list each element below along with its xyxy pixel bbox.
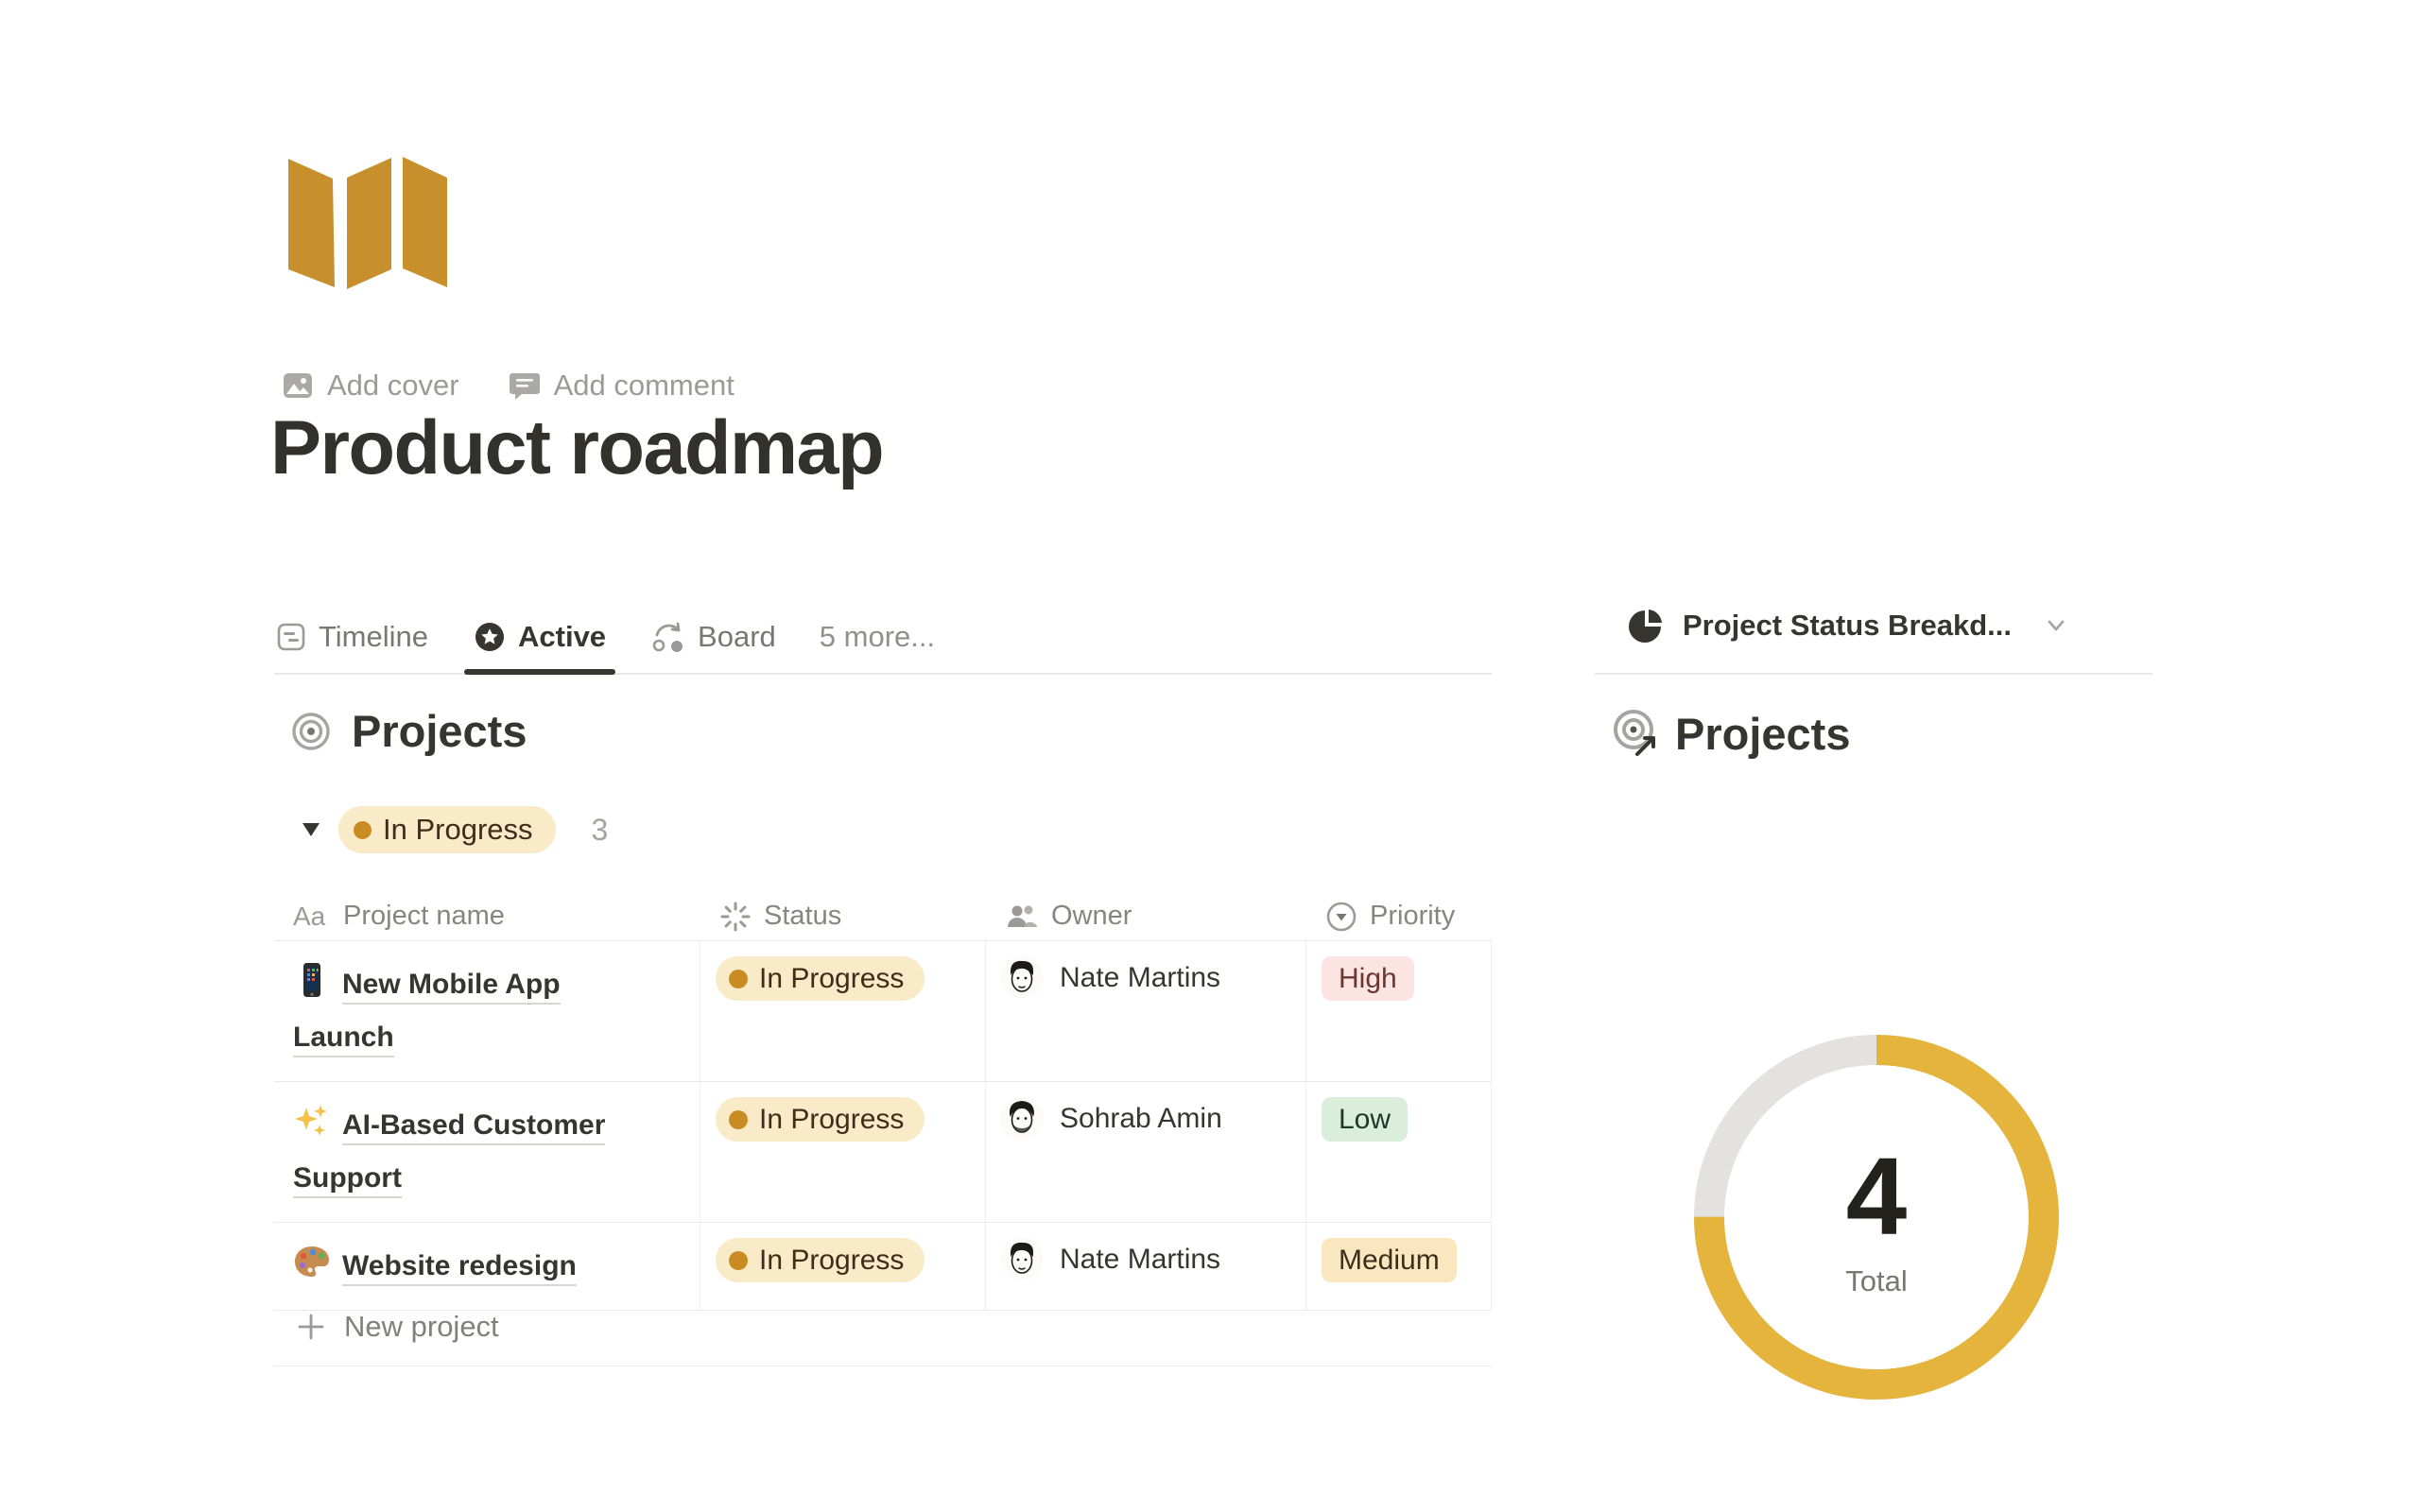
status-pill: In Progress	[716, 1097, 925, 1142]
avatar-nate-martins	[1001, 1238, 1043, 1280]
project-name-cell[interactable]: AI-Based Customer Support	[274, 1082, 700, 1222]
star-circle-icon	[474, 621, 506, 653]
priority-tag: Low	[1322, 1097, 1408, 1142]
chart-tab-label: Project Status Breakd...	[1683, 609, 2012, 643]
people-icon	[1005, 902, 1039, 932]
tab-active-label: Active	[518, 620, 606, 654]
add-comment-button[interactable]: Add comment	[509, 369, 735, 403]
priority-icon	[1325, 901, 1357, 933]
board-icon	[651, 621, 685, 653]
status-pill: In Progress	[716, 1238, 925, 1282]
database-heading: Projects	[291, 705, 527, 757]
plus-icon	[297, 1313, 325, 1341]
status-dot	[354, 821, 372, 839]
page-title[interactable]: Product roadmap	[270, 404, 883, 492]
image-icon	[282, 369, 314, 402]
tab-board[interactable]: Board	[649, 601, 778, 673]
project-name-link[interactable]: New Mobile App Launch	[293, 969, 561, 1057]
palette-emoji	[293, 1243, 331, 1280]
status-cell[interactable]: In Progress	[700, 941, 986, 1081]
project-name-link[interactable]: AI-Based Customer Support	[293, 1109, 605, 1198]
new-project-label: New project	[344, 1310, 499, 1344]
priority-tag: Medium	[1322, 1238, 1457, 1282]
priority-cell[interactable]: High	[1306, 941, 1492, 1081]
group-collapse-toggle[interactable]	[295, 814, 327, 846]
page-icon-map[interactable]	[286, 157, 449, 291]
page-actions: Add cover Add comment	[282, 369, 735, 403]
tab-timeline-label: Timeline	[319, 620, 428, 654]
triangle-down-icon	[302, 822, 320, 837]
add-cover-button[interactable]: Add cover	[282, 369, 459, 403]
column-label: Status	[764, 901, 841, 932]
status-label: In Progress	[759, 1104, 904, 1136]
chart-view-tab[interactable]: Project Status Breakd...	[1628, 607, 2070, 644]
owner-cell[interactable]: Nate Martins	[986, 941, 1306, 1081]
group-label: In Progress	[383, 813, 533, 847]
tab-active[interactable]: Active	[472, 601, 608, 673]
text-icon: Aa	[293, 902, 331, 931]
avatar-sohrab-amin	[1001, 1097, 1043, 1139]
owner-name: Nate Martins	[1060, 956, 1220, 1000]
group-count: 3	[592, 813, 609, 848]
tab-board-label: Board	[698, 620, 776, 654]
table-row-new-mobile-app-launch: New Mobile App Launch In Progress	[274, 941, 1492, 1082]
projects-table: Aa Project name Status Owner	[274, 892, 1492, 1311]
tab-timeline[interactable]: Timeline	[274, 601, 430, 673]
comment-icon	[509, 369, 541, 402]
pie-chart-icon	[1628, 607, 1666, 644]
database-title[interactable]: Projects	[352, 705, 527, 757]
priority-cell[interactable]: Low	[1306, 1082, 1492, 1222]
avatar-nate-martins	[1001, 956, 1043, 998]
priority-tag: High	[1322, 956, 1414, 1001]
column-label: Owner	[1051, 901, 1132, 932]
column-label: Priority	[1370, 901, 1455, 932]
table-header-row: Aa Project name Status Owner	[274, 892, 1492, 941]
status-pill: In Progress	[716, 956, 925, 1001]
table-row-ai-based-customer-support: AI-Based Customer Support In Progress	[274, 1082, 1492, 1223]
group-header: In Progress 3	[295, 806, 608, 853]
column-header-status[interactable]: Status	[700, 892, 986, 940]
donut-center-text: 4 Total	[1687, 1142, 2066, 1298]
status-dot	[729, 1251, 748, 1270]
column-label: Project name	[343, 901, 505, 932]
view-tabs: Timeline Active Board 5 more...	[274, 601, 1492, 675]
linked-database-heading: Projects	[1611, 707, 1850, 760]
timeline-icon	[276, 622, 306, 652]
mobile-phone-emoji	[293, 961, 331, 999]
chevron-down-icon[interactable]	[2042, 611, 2070, 640]
table-body: New Mobile App Launch In Progress	[274, 941, 1492, 1311]
status-dot	[729, 970, 748, 988]
target-icon	[291, 712, 331, 751]
divider	[1595, 673, 2152, 675]
new-project-button[interactable]: New project	[274, 1288, 1492, 1366]
target-arrow-icon	[1611, 707, 1662, 760]
add-comment-label: Add comment	[554, 369, 735, 403]
add-cover-label: Add cover	[327, 369, 459, 403]
column-header-owner[interactable]: Owner	[986, 892, 1306, 940]
owner-cell[interactable]: Sohrab Amin	[986, 1082, 1306, 1222]
column-header-project-name[interactable]: Aa Project name	[274, 892, 700, 940]
tabs-more-button[interactable]: 5 more...	[820, 620, 935, 654]
sparkles-emoji	[293, 1102, 331, 1140]
column-header-priority[interactable]: Priority	[1306, 892, 1492, 940]
project-name-cell[interactable]: New Mobile App Launch	[274, 941, 700, 1081]
owner-name: Sohrab Amin	[1060, 1097, 1222, 1141]
status-label: In Progress	[759, 963, 904, 995]
status-label: In Progress	[759, 1245, 904, 1277]
status-cell[interactable]: In Progress	[700, 1082, 986, 1222]
map-icon	[286, 157, 449, 291]
group-status-pill[interactable]: In Progress	[338, 806, 556, 853]
project-name-link[interactable]: Website redesign	[342, 1250, 577, 1286]
donut-total-label: Total	[1687, 1264, 2066, 1298]
owner-name: Nate Martins	[1060, 1238, 1220, 1281]
svg-text:Aa: Aa	[293, 902, 326, 931]
status-dot	[729, 1110, 748, 1129]
donut-total-value: 4	[1687, 1142, 2066, 1251]
status-spinner-icon	[719, 901, 752, 933]
linked-database-title[interactable]: Projects	[1675, 708, 1850, 760]
